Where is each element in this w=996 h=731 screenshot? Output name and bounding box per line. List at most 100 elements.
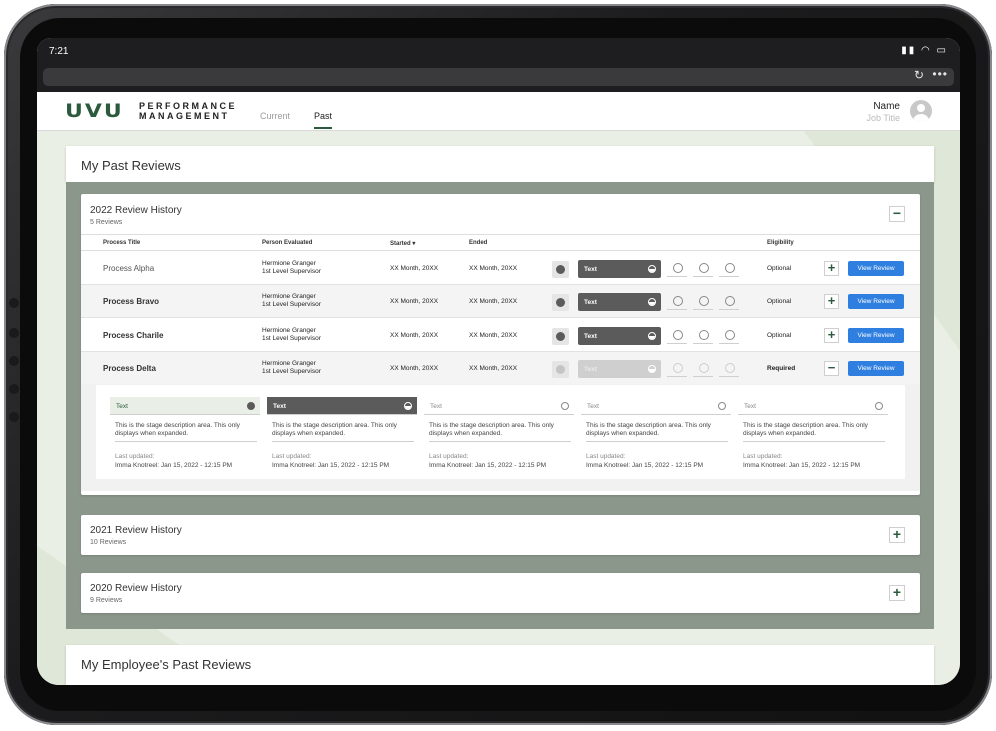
camera-dot — [9, 298, 19, 308]
person-name: Hermione Granger — [262, 293, 316, 300]
person-evaluated: Hermione Granger 1st Level Supervisor — [262, 327, 321, 343]
history-2020[interactable]: 2020 Review History 9 Reviews + — [81, 573, 920, 613]
check-circle-icon — [247, 402, 255, 410]
half-circle-icon — [404, 402, 412, 410]
stage-label: Text — [584, 299, 597, 306]
last-updated: Imma Knotreel: Jan 15, 2022 - 12:15 PM — [115, 462, 233, 469]
table-row: Process Alpha Hermione Granger 1st Level… — [81, 252, 920, 285]
stage-pill: Text — [578, 260, 661, 278]
history-count: 5 Reviews — [90, 219, 123, 226]
person-role: 1st Level Supervisor — [262, 268, 321, 275]
more-icon[interactable]: ••• — [932, 67, 948, 81]
expand-button[interactable]: + — [889, 527, 905, 543]
stage-card: Text This is the stage description area.… — [424, 397, 574, 477]
tab-past[interactable]: Past — [314, 111, 333, 129]
user-name: Name — [873, 101, 900, 112]
process-title: Process Bravo — [103, 297, 160, 306]
process-title: Process Delta — [103, 364, 156, 373]
stage-card: Text This is the stage description area.… — [267, 397, 417, 477]
table-row: Process Bravo Hermione Granger 1st Level… — [81, 285, 920, 318]
last-updated-label: Last updated: — [429, 453, 469, 460]
stage-name: Text — [116, 403, 128, 410]
circle-icon — [693, 292, 713, 310]
person-evaluated: Hermione Granger 1st Level Supervisor — [262, 260, 321, 276]
table-header: Process Title Person Evaluated Started ▾… — [81, 234, 920, 251]
eligibility: Optional — [767, 265, 792, 272]
view-review-button[interactable]: View Review — [848, 328, 904, 343]
view-review-button[interactable]: View Review — [848, 261, 904, 276]
person-name: Hermione Granger — [262, 260, 316, 267]
stage-header: Text — [738, 397, 888, 415]
view-review-button[interactable]: View Review — [848, 361, 904, 376]
half-circle-icon — [648, 265, 656, 273]
started-date: XX Month, 20XX — [390, 265, 439, 272]
review-history-panel: 2022 Review History 5 Reviews − Process … — [66, 182, 934, 629]
stage-description: This is the stage description area. This… — [115, 422, 257, 442]
avatar[interactable] — [910, 100, 932, 122]
app-header: UVU PERFORMANCE MANAGEMENT Current Past … — [37, 92, 960, 131]
history-2022: 2022 Review History 5 Reviews − Process … — [81, 194, 920, 495]
stage-card: Text This is the stage description area.… — [110, 397, 260, 477]
expand-button[interactable]: + — [824, 294, 839, 309]
history-title: 2020 Review History — [90, 583, 182, 594]
history-count: 10 Reviews — [90, 539, 127, 546]
half-circle-icon — [648, 298, 656, 306]
col-eligibility: Eligibility — [767, 240, 794, 246]
expand-button[interactable]: + — [824, 328, 839, 343]
expand-button[interactable]: + — [824, 261, 839, 276]
reload-icon[interactable]: ↻ — [914, 68, 924, 82]
collapse-button[interactable]: − — [889, 206, 905, 222]
circle-icon — [875, 402, 883, 410]
circle-icon — [718, 402, 726, 410]
started-date: XX Month, 20XX — [390, 298, 439, 305]
circle-icon — [667, 292, 687, 310]
half-circle-icon — [648, 365, 656, 373]
screen: 7:21 ▮▮ ◠ ▭ ↻ ••• UVU PERFORMANCE MANAGE… — [37, 38, 960, 685]
view-review-button[interactable]: View Review — [848, 294, 904, 309]
stage-label: Text — [584, 366, 597, 373]
url-bar[interactable] — [43, 68, 954, 86]
stage-label: Text — [584, 333, 597, 340]
stage-pill: Text — [578, 360, 661, 378]
person-role: 1st Level Supervisor — [262, 335, 321, 342]
check-icon — [552, 328, 569, 345]
camera-dot — [9, 356, 19, 366]
circle-icon — [719, 292, 739, 310]
person-evaluated: Hermione Granger 1st Level Supervisor — [262, 293, 321, 309]
my-past-reviews-header: My Past Reviews — [66, 146, 934, 182]
camera-dot — [9, 384, 19, 394]
logo-subtitle: PERFORMANCE MANAGEMENT — [139, 101, 237, 121]
person-role: 1st Level Supervisor — [262, 368, 321, 375]
stage-header: Text — [581, 397, 731, 415]
check-icon — [552, 261, 569, 278]
circle-icon — [561, 402, 569, 410]
person-name: Hermione Granger — [262, 360, 316, 367]
expanded-area: Text This is the stage description area.… — [81, 384, 920, 491]
eligibility: Optional — [767, 332, 792, 339]
expand-button[interactable]: + — [889, 585, 905, 601]
eligibility: Required — [767, 365, 796, 372]
stage-description: This is the stage description area. This… — [743, 422, 885, 442]
circle-icon — [667, 326, 687, 344]
tab-current[interactable]: Current — [260, 111, 290, 127]
collapse-row-button[interactable]: − — [824, 361, 839, 376]
last-updated-label: Last updated: — [272, 453, 312, 460]
history-count: 9 Reviews — [90, 597, 123, 604]
ended-date: XX Month, 20XX — [469, 298, 518, 305]
stage-description: This is the stage description area. This… — [429, 422, 571, 442]
employee-past-reviews-header: My Employee's Past Reviews — [66, 645, 934, 685]
last-updated: Imma Knotreel: Jan 15, 2022 - 12:15 PM — [429, 462, 547, 469]
stage-header: Text — [424, 397, 574, 415]
circle-icon — [667, 259, 687, 277]
check-icon — [552, 294, 569, 311]
ended-date: XX Month, 20XX — [469, 265, 518, 272]
status-icons: ▮▮ ◠ ▭ — [901, 45, 948, 56]
stage-name: Text — [587, 403, 599, 410]
col-started[interactable]: Started ▾ — [390, 240, 415, 247]
stage-description: This is the stage description area. This… — [586, 422, 728, 442]
stage-header: Text — [110, 397, 260, 415]
person-evaluated: Hermione Granger 1st Level Supervisor — [262, 360, 321, 376]
process-title: Process Alpha — [103, 264, 155, 273]
history-2021[interactable]: 2021 Review History 10 Reviews + — [81, 515, 920, 555]
logo-line-1: PERFORMANCE — [139, 101, 238, 111]
